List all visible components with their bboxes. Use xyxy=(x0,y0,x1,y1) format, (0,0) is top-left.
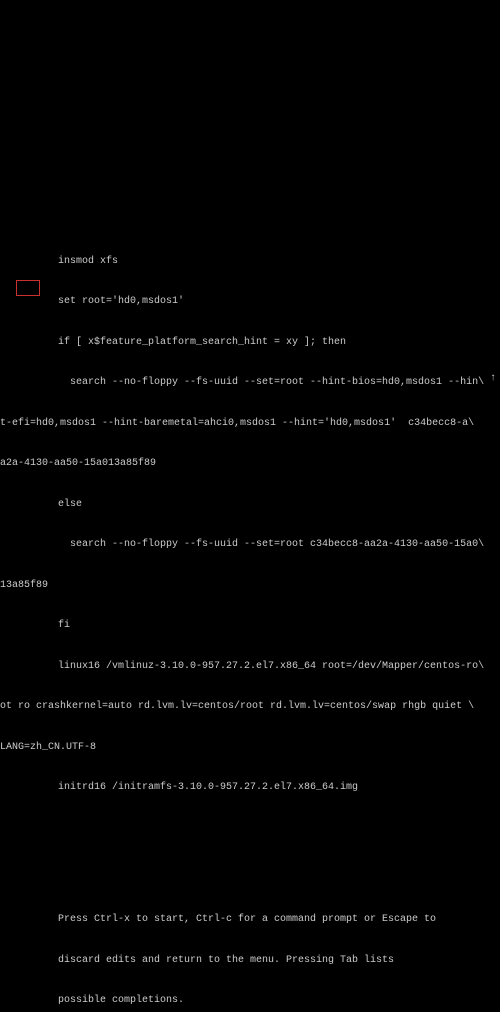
code-line: search --no-floppy --fs-uuid --set=root … xyxy=(0,538,500,552)
code-line: a2a-4130-aa50-15a013a85f89 xyxy=(0,457,500,471)
code-line: t-efi=hd0,msdos1 --hint-baremetal=ahci0,… xyxy=(0,417,500,431)
code-line: ot ro crashkernel=auto rd.lvm.lv=centos/… xyxy=(0,700,500,714)
grub-editor[interactable]: ↑ insmod xfs set root='hd0,msdos1' if [ … xyxy=(0,0,500,1012)
code-line: search --no-floppy --fs-uuid --set=root … xyxy=(0,376,500,390)
instructions: Press Ctrl-x to start, Ctrl-c for a comm… xyxy=(0,886,500,1012)
code-line: fi xyxy=(0,619,500,633)
editor-content[interactable]: ↑ insmod xfs set root='hd0,msdos1' if [ … xyxy=(0,214,500,822)
code-line: else xyxy=(0,498,500,512)
instruction-line: possible completions. xyxy=(58,994,470,1008)
code-line: linux16 /vmlinuz-3.10.0-957.27.2.el7.x86… xyxy=(0,660,500,674)
code-line: set root='hd0,msdos1' xyxy=(0,295,500,309)
instruction-line: discard edits and return to the menu. Pr… xyxy=(58,954,470,968)
code-line: if [ x$feature_platform_search_hint = xy… xyxy=(0,336,500,350)
instruction-line: Press Ctrl-x to start, Ctrl-c for a comm… xyxy=(58,913,470,927)
code-line: 13a85f89 xyxy=(0,579,500,593)
code-line: initrd16 /initramfs-3.10.0-957.27.2.el7.… xyxy=(0,781,500,795)
code-line: LANG=zh_CN.UTF-8 xyxy=(0,741,500,755)
spacer xyxy=(0,27,500,187)
code-line: insmod xfs xyxy=(0,255,500,269)
scroll-up-arrow: ↑ xyxy=(490,372,496,386)
